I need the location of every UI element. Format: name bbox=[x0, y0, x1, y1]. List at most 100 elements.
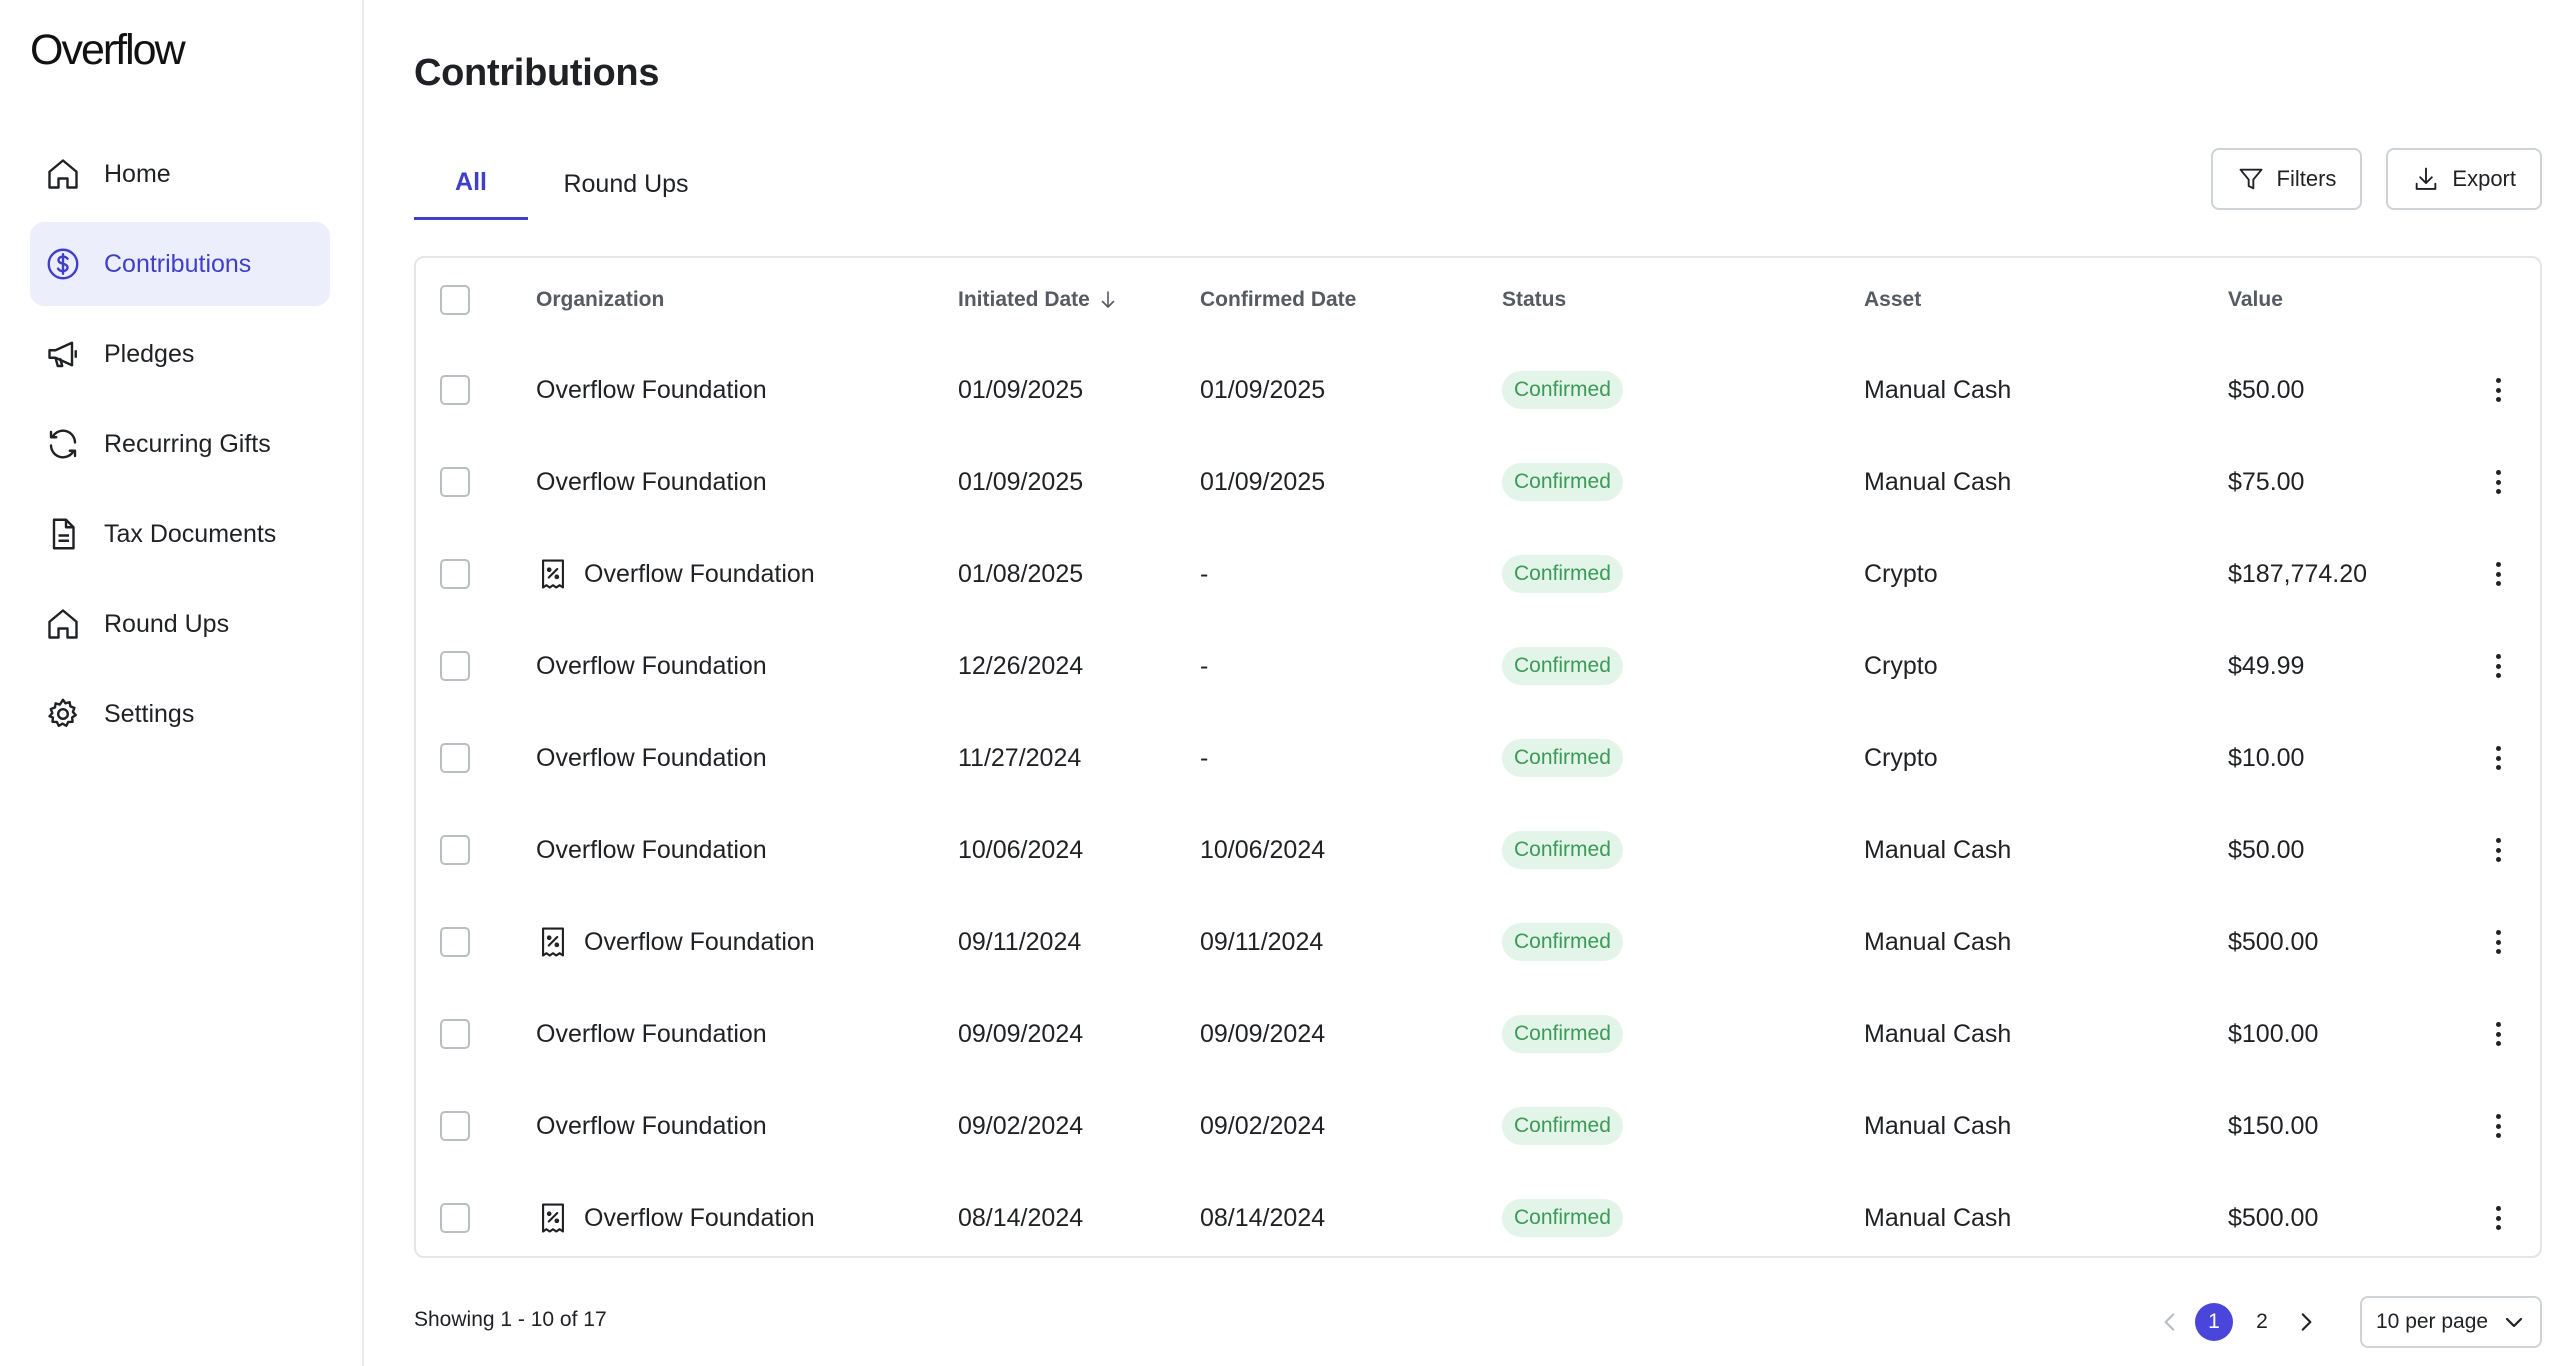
sidebar-item-tax-documents[interactable]: Tax Documents bbox=[30, 492, 330, 576]
cell-organization: Overflow Foundation bbox=[536, 620, 767, 712]
sidebar-item-settings[interactable]: Settings bbox=[30, 672, 330, 756]
next-page-button[interactable] bbox=[2286, 1302, 2326, 1342]
row-menu-button[interactable] bbox=[2486, 1110, 2510, 1142]
sidebar-item-recurring-gifts[interactable]: Recurring Gifts bbox=[30, 402, 330, 486]
status-badge: Confirmed bbox=[1502, 647, 1623, 685]
page-1-button[interactable]: 1 bbox=[2195, 1303, 2233, 1341]
row-menu-button[interactable] bbox=[2486, 1018, 2510, 1050]
dollar-circle-icon bbox=[44, 245, 82, 283]
table-row[interactable]: Overflow Foundation 01/09/2025 01/09/2025 C… bbox=[416, 344, 2540, 436]
per-page-select[interactable]: 10 per page bbox=[2360, 1296, 2542, 1348]
cell-confirmed-date: 10/06/2024 bbox=[1200, 835, 1326, 864]
column-header-initiated-date[interactable]: Initiated Date bbox=[958, 258, 1120, 342]
cell-initiated-date: 12/26/2024 bbox=[958, 651, 1084, 680]
cell-status: Confirmed bbox=[1502, 1080, 1623, 1172]
select-all-checkbox[interactable] bbox=[440, 285, 470, 315]
more-icon bbox=[2495, 1114, 2501, 1119]
sidebar: Overflow Home Contributions Pledges Recu… bbox=[0, 0, 364, 1366]
pagination-summary: Showing 1 - 10 of 17 bbox=[414, 1308, 607, 1331]
cell-asset: Crypto bbox=[1864, 743, 1938, 772]
cell-asset: Manual Cash bbox=[1864, 467, 2012, 496]
cell-status: Confirmed bbox=[1502, 804, 1623, 896]
row-checkbox[interactable] bbox=[440, 1203, 470, 1233]
cell-asset: Manual Cash bbox=[1864, 1111, 2012, 1140]
cell-initiated-date: 01/09/2025 bbox=[958, 375, 1084, 404]
cell-asset: Manual Cash bbox=[1864, 835, 2012, 864]
cell-confirmed-date: - bbox=[1200, 743, 1209, 772]
status-badge: Confirmed bbox=[1502, 831, 1623, 869]
table-row[interactable]: Overflow Foundation 09/11/2024 09/11/2024 C… bbox=[416, 896, 2540, 988]
receipt-icon bbox=[536, 1201, 570, 1235]
table-row[interactable]: Overflow Foundation 08/14/2024 08/14/2024 C… bbox=[416, 1172, 2540, 1264]
cell-value: $50.00 bbox=[2228, 375, 2305, 404]
column-header-confirmed-date[interactable]: Confirmed Date bbox=[1200, 258, 1356, 342]
table-row[interactable]: Overflow Foundation 01/08/2025 - Confirmed C… bbox=[416, 528, 2540, 620]
column-header-asset[interactable]: Asset bbox=[1864, 258, 1921, 342]
table-row[interactable]: Overflow Foundation 09/09/2024 09/09/2024 C… bbox=[416, 988, 2540, 1080]
row-checkbox[interactable] bbox=[440, 1019, 470, 1049]
row-checkbox[interactable] bbox=[440, 1111, 470, 1141]
table-row[interactable]: Overflow Foundation 10/06/2024 10/06/2024 C… bbox=[416, 804, 2540, 896]
column-header-status[interactable]: Status bbox=[1502, 258, 1566, 342]
cell-value: $187,774.20 bbox=[2228, 559, 2368, 588]
cell-organization: Overflow Foundation bbox=[536, 1080, 767, 1172]
row-menu-button[interactable] bbox=[2486, 558, 2510, 590]
row-checkbox[interactable] bbox=[440, 835, 470, 865]
more-icon bbox=[2495, 397, 2501, 402]
column-header-value[interactable]: Value bbox=[2228, 258, 2283, 342]
cell-organization: Overflow Foundation bbox=[536, 436, 767, 528]
page-2-button[interactable]: 2 bbox=[2243, 1303, 2281, 1341]
more-icon bbox=[2495, 939, 2501, 945]
organization-name: Overflow Foundation bbox=[536, 375, 767, 404]
row-menu-button[interactable] bbox=[2486, 466, 2510, 498]
sidebar-item-contributions[interactable]: Contributions bbox=[30, 222, 330, 306]
table-row[interactable]: Overflow Foundation 09/02/2024 09/02/2024 C… bbox=[416, 1080, 2540, 1172]
row-menu-button[interactable] bbox=[2486, 650, 2510, 682]
organization-name: Overflow Foundation bbox=[536, 1111, 767, 1140]
arrow-down-icon bbox=[1101, 291, 1115, 308]
cell-value: $49.99 bbox=[2228, 651, 2305, 680]
table-header: Organization Initiated Date Confirmed Da… bbox=[416, 258, 2540, 342]
table-row[interactable]: Overflow Foundation 01/09/2025 01/09/2025 C… bbox=[416, 436, 2540, 528]
previous-page-button[interactable] bbox=[2150, 1302, 2190, 1342]
cell-confirmed-date: 09/09/2024 bbox=[1200, 1019, 1326, 1048]
row-menu-button[interactable] bbox=[2486, 926, 2510, 958]
cell-initiated-date: 09/09/2024 bbox=[958, 1019, 1084, 1048]
document-icon bbox=[44, 515, 82, 553]
row-menu-button[interactable] bbox=[2486, 834, 2510, 866]
megaphone-icon bbox=[44, 335, 82, 373]
cell-initiated-date: 10/06/2024 bbox=[958, 835, 1084, 864]
sidebar-item-home[interactable]: Home bbox=[30, 132, 330, 216]
table-row[interactable]: Overflow Foundation 12/26/2024 - Confirmed C… bbox=[416, 620, 2540, 712]
app-logo[interactable]: Overflow bbox=[30, 26, 186, 75]
table-row[interactable]: Overflow Foundation 11/27/2024 - Confirmed C… bbox=[416, 712, 2540, 804]
more-icon bbox=[2495, 1206, 2501, 1211]
sidebar-item-round-ups[interactable]: Round Ups bbox=[30, 582, 330, 666]
more-icon bbox=[2495, 857, 2501, 862]
cell-value: $150.00 bbox=[2228, 1111, 2319, 1140]
sidebar-item-pledges[interactable]: Pledges bbox=[30, 312, 330, 396]
row-menu-button[interactable] bbox=[2486, 1202, 2510, 1234]
export-button[interactable]: Export bbox=[2386, 148, 2542, 210]
cell-status: Confirmed bbox=[1502, 436, 1623, 528]
filter-icon bbox=[2239, 168, 2262, 190]
filters-button[interactable]: Filters bbox=[2210, 148, 2363, 210]
sidebar-nav: Home Contributions Pledges Recurring Gif… bbox=[30, 132, 330, 762]
row-checkbox[interactable] bbox=[440, 375, 470, 405]
tab-round-ups[interactable]: Round Ups bbox=[528, 148, 724, 220]
row-checkbox[interactable] bbox=[440, 743, 470, 773]
column-header-organization[interactable]: Organization bbox=[536, 258, 664, 342]
row-checkbox[interactable] bbox=[440, 467, 470, 497]
page-title: Contributions bbox=[414, 52, 660, 94]
app-root: Overflow Home Contributions Pledges Recu… bbox=[0, 0, 2576, 1366]
tab-all[interactable]: All bbox=[414, 148, 528, 220]
cell-initiated-date: 08/14/2024 bbox=[958, 1203, 1084, 1232]
chevron-right-icon bbox=[2301, 1313, 2312, 1331]
more-icon bbox=[2495, 1022, 2501, 1027]
row-menu-button[interactable] bbox=[2486, 374, 2510, 406]
row-checkbox[interactable] bbox=[440, 559, 470, 589]
row-menu-button[interactable] bbox=[2486, 742, 2510, 774]
receipt-icon bbox=[536, 557, 570, 591]
row-checkbox[interactable] bbox=[440, 651, 470, 681]
row-checkbox[interactable] bbox=[440, 927, 470, 957]
